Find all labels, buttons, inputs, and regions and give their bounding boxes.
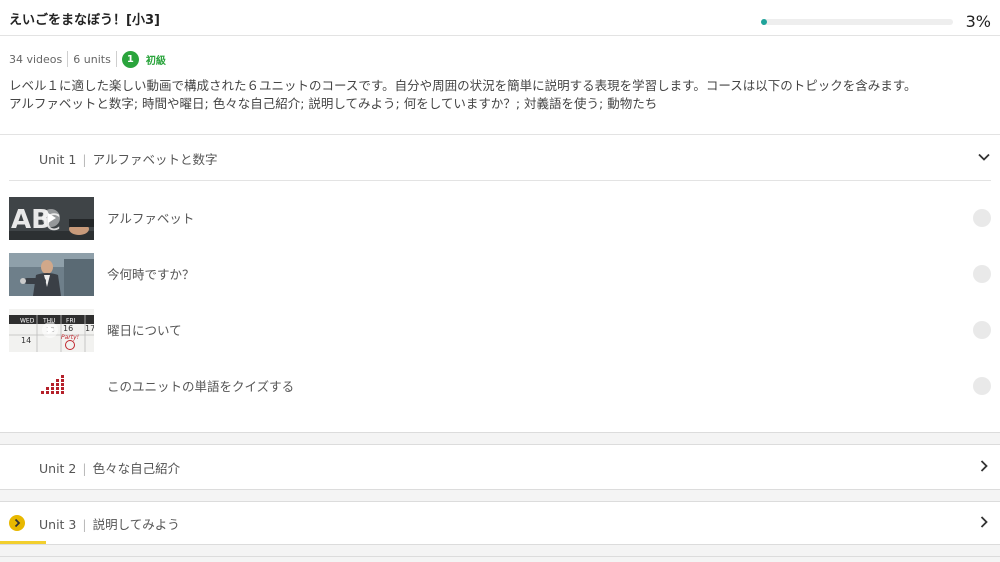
calendar-text: 17 xyxy=(85,324,94,333)
unit-name: 説明してみよう xyxy=(92,517,180,532)
lesson-item[interactable]: このユニットの単語をクイズする xyxy=(0,365,1000,409)
unit-count: 6 units xyxy=(73,52,111,66)
unit-3-header[interactable]: Unit 3 | 説明してみよう xyxy=(0,502,1000,544)
course-header: えいごをまなぼう！[小3] 3% xyxy=(0,0,1000,36)
divider-line xyxy=(0,432,1000,433)
level-label: 初級 xyxy=(145,55,166,67)
title-divider: | xyxy=(82,152,87,167)
unit-name: アルファベットと数字 xyxy=(92,152,218,167)
calendar-text: WED xyxy=(20,318,35,325)
chevron-right-icon[interactable] xyxy=(977,515,991,529)
title-divider: | xyxy=(82,461,87,476)
course-title: えいごをまなぼう！[小3] xyxy=(9,13,160,28)
video-count: 34 videos xyxy=(9,52,63,66)
divider-line xyxy=(0,556,1000,557)
unit-1-title: Unit 1 | アルファベットと数字 xyxy=(39,149,217,168)
section-separator xyxy=(0,544,1000,562)
unit-1-header[interactable]: Unit 1 | アルファベットと数字 xyxy=(0,134,1000,181)
calendar-thumbnail[interactable]: WED THU FRI 15 16 17 14 Party! xyxy=(9,309,94,352)
progress-bar-fill xyxy=(761,19,767,25)
unit-divider xyxy=(9,180,991,181)
current-unit-icon xyxy=(9,515,25,531)
progress-bar xyxy=(761,19,953,25)
lesson-title: このユニットの単語をクイズする xyxy=(107,379,295,394)
divider-line xyxy=(0,544,1000,545)
lesson-title: 今何時ですか？ xyxy=(107,267,195,282)
course-description: レベル１に適した楽しい動画で構成された６ユニットのコースです。自分や周囲の状況を… xyxy=(9,77,984,113)
lesson-status-icon xyxy=(973,321,991,339)
calendar-text: 14 xyxy=(21,336,31,345)
meta-divider xyxy=(67,51,69,67)
topic-list: アルファベットと数字; 時間や曜日; 色々な自己紹介; 説明してみよう; 何をし… xyxy=(9,96,658,111)
unit-number: Unit 1 xyxy=(39,152,77,167)
lesson-item[interactable]: WED THU FRI 15 16 17 14 Party! 曜日について xyxy=(0,309,1000,353)
calendar-text: 16 xyxy=(63,324,73,333)
description-line: レベル１に適した楽しい動画で構成された６ユニットのコースです。自分や周囲の状況を… xyxy=(9,78,917,93)
chevron-down-icon[interactable] xyxy=(977,150,991,164)
lesson-status-icon xyxy=(973,209,991,227)
calendar-text: Party! xyxy=(61,334,79,341)
progress-percent: 3% xyxy=(965,12,991,31)
level-badge-icon: 1 xyxy=(121,50,139,68)
chevron-right-icon[interactable] xyxy=(977,459,991,473)
divider-line xyxy=(0,489,1000,490)
unit-number: Unit 3 xyxy=(39,517,77,532)
unit-number: Unit 2 xyxy=(39,461,77,476)
lesson-item[interactable]: 今何時ですか？ xyxy=(0,253,1000,297)
unit-2-title: Unit 2 | 色々な自己紹介 xyxy=(39,458,180,477)
lesson-title: 曜日について xyxy=(107,323,182,338)
lesson-title: アルファベット xyxy=(107,211,195,226)
lesson-status-icon xyxy=(973,377,991,395)
unit-name: 色々な自己紹介 xyxy=(92,461,181,476)
meta-divider xyxy=(115,51,117,67)
lesson-status-icon xyxy=(973,265,991,283)
abc-chalkboard-thumbnail[interactable]: AB C xyxy=(9,197,94,240)
section-separator xyxy=(0,489,1000,501)
unit-3-title: Unit 3 | 説明してみよう xyxy=(39,514,180,533)
section-separator xyxy=(0,432,1000,444)
lesson-item[interactable]: AB C アルファベット xyxy=(0,197,1000,241)
man-watch-thumbnail[interactable] xyxy=(9,253,94,296)
unit-2-header[interactable]: Unit 2 | 色々な自己紹介 xyxy=(0,445,1000,489)
title-divider: | xyxy=(82,517,87,532)
quiz-bars-icon[interactable] xyxy=(9,365,94,408)
course-meta: 34 videos 6 units 1 初級 xyxy=(9,50,166,68)
